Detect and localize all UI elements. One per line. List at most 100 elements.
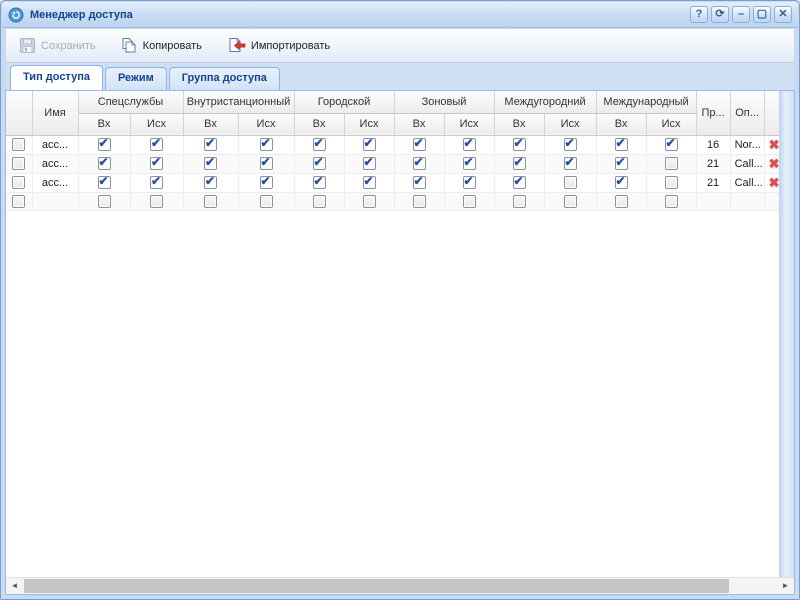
group-header-intrastation[interactable]: Внутристанционный xyxy=(183,91,294,113)
priority-cell[interactable] xyxy=(696,192,730,210)
import-button[interactable]: Импортировать xyxy=(219,33,337,58)
access-checkbox[interactable] xyxy=(98,195,111,208)
priority-cell[interactable]: 21 xyxy=(696,173,730,192)
access-checkbox[interactable] xyxy=(98,176,111,189)
access-checkbox[interactable] xyxy=(564,195,577,208)
access-checkbox[interactable] xyxy=(413,195,426,208)
access-checkbox[interactable] xyxy=(204,138,217,151)
vertical-scrollbar[interactable] xyxy=(779,91,794,577)
row-select-checkbox[interactable] xyxy=(12,195,25,208)
access-checkbox[interactable] xyxy=(615,176,628,189)
access-checkbox[interactable] xyxy=(313,176,326,189)
group-header-international[interactable]: Международный xyxy=(596,91,696,113)
access-checkbox[interactable] xyxy=(313,157,326,170)
access-checkbox[interactable] xyxy=(665,157,678,170)
column-header-priority[interactable]: Пр... xyxy=(696,91,730,135)
help-icon[interactable]: ? xyxy=(690,6,708,23)
tab-mode[interactable]: Режим xyxy=(105,67,167,90)
refresh-icon[interactable]: ⟳ xyxy=(711,6,729,23)
row-select-checkbox[interactable] xyxy=(12,176,25,189)
access-checkbox[interactable] xyxy=(564,176,577,189)
access-checkbox[interactable] xyxy=(260,195,273,208)
group-header-zone[interactable]: Зоновый xyxy=(394,91,494,113)
name-cell[interactable]: acc... xyxy=(32,173,78,192)
delete-row-icon[interactable]: ✖ xyxy=(769,175,780,190)
access-checkbox[interactable] xyxy=(363,176,376,189)
subheader-in[interactable]: Вх xyxy=(596,113,646,135)
row-select-checkbox[interactable] xyxy=(12,157,25,170)
copy-button[interactable]: Копировать xyxy=(113,33,209,58)
subheader-out[interactable]: Исх xyxy=(130,113,183,135)
column-header-description[interactable]: Оп... xyxy=(730,91,764,135)
group-header-intercity[interactable]: Междугородний xyxy=(494,91,596,113)
subheader-in[interactable]: Вх xyxy=(294,113,344,135)
delete-row-icon[interactable]: ✖ xyxy=(769,137,780,152)
access-checkbox[interactable] xyxy=(615,195,628,208)
access-checkbox[interactable] xyxy=(363,157,376,170)
close-icon[interactable]: ✕ xyxy=(774,6,792,23)
access-checkbox[interactable] xyxy=(204,176,217,189)
subheader-in[interactable]: Вх xyxy=(494,113,544,135)
subheader-out[interactable]: Исх xyxy=(646,113,696,135)
delete-row-icon[interactable]: ✖ xyxy=(769,156,780,171)
subheader-out[interactable]: Исх xyxy=(544,113,596,135)
access-checkbox[interactable] xyxy=(615,138,628,151)
access-checkbox[interactable] xyxy=(98,157,111,170)
name-cell[interactable]: acc... xyxy=(32,135,78,154)
priority-cell[interactable]: 21 xyxy=(696,154,730,173)
access-checkbox[interactable] xyxy=(150,138,163,151)
access-checkbox[interactable] xyxy=(513,195,526,208)
description-cell[interactable] xyxy=(730,192,764,210)
access-checkbox[interactable] xyxy=(313,138,326,151)
access-checkbox[interactable] xyxy=(665,176,678,189)
access-checkbox[interactable] xyxy=(260,176,273,189)
access-checkbox[interactable] xyxy=(564,157,577,170)
access-checkbox[interactable] xyxy=(615,157,628,170)
access-checkbox[interactable] xyxy=(150,157,163,170)
access-checkbox[interactable] xyxy=(363,195,376,208)
scroll-left-icon[interactable]: ◄ xyxy=(6,578,23,594)
access-checkbox[interactable] xyxy=(413,138,426,151)
access-checkbox[interactable] xyxy=(463,157,476,170)
access-checkbox[interactable] xyxy=(260,138,273,151)
access-checkbox[interactable] xyxy=(204,157,217,170)
subheader-in[interactable]: Вх xyxy=(78,113,130,135)
access-checkbox[interactable] xyxy=(150,176,163,189)
description-cell[interactable]: Nor... xyxy=(730,135,764,154)
access-checkbox[interactable] xyxy=(463,195,476,208)
subheader-in[interactable]: Вх xyxy=(183,113,238,135)
access-checkbox[interactable] xyxy=(413,176,426,189)
name-cell[interactable] xyxy=(32,192,78,210)
access-checkbox[interactable] xyxy=(463,138,476,151)
access-checkbox[interactable] xyxy=(513,138,526,151)
access-checkbox[interactable] xyxy=(260,157,273,170)
maximize-icon[interactable]: ▢ xyxy=(753,6,771,23)
access-checkbox[interactable] xyxy=(204,195,217,208)
subheader-in[interactable]: Вх xyxy=(394,113,444,135)
row-select-checkbox[interactable] xyxy=(12,138,25,151)
access-checkbox[interactable] xyxy=(564,138,577,151)
save-button[interactable]: Сохранить xyxy=(12,33,103,58)
access-checkbox[interactable] xyxy=(413,157,426,170)
group-header-special-services[interactable]: Спецслужбы xyxy=(78,91,183,113)
access-checkbox[interactable] xyxy=(665,195,678,208)
horizontal-scrollbar[interactable]: ◄ ► xyxy=(6,577,794,594)
tab-access-type[interactable]: Тип доступа xyxy=(10,65,103,90)
minimize-icon[interactable]: – xyxy=(732,6,750,23)
access-checkbox[interactable] xyxy=(463,176,476,189)
name-cell[interactable]: acc... xyxy=(32,154,78,173)
access-checkbox[interactable] xyxy=(363,138,376,151)
access-checkbox[interactable] xyxy=(98,138,111,151)
description-cell[interactable]: Call... xyxy=(730,173,764,192)
scroll-right-icon[interactable]: ► xyxy=(777,578,794,594)
access-checkbox[interactable] xyxy=(513,157,526,170)
subheader-out[interactable]: Исх xyxy=(238,113,294,135)
subheader-out[interactable]: Исх xyxy=(344,113,394,135)
access-checkbox[interactable] xyxy=(513,176,526,189)
column-header-name[interactable]: Имя xyxy=(32,91,78,135)
group-header-city[interactable]: Городской xyxy=(294,91,394,113)
tab-access-group[interactable]: Группа доступа xyxy=(169,67,280,90)
description-cell[interactable]: Call... xyxy=(730,154,764,173)
access-checkbox[interactable] xyxy=(313,195,326,208)
access-checkbox[interactable] xyxy=(150,195,163,208)
